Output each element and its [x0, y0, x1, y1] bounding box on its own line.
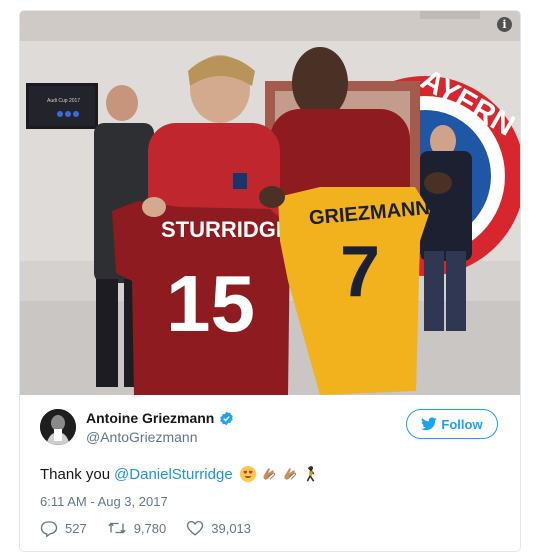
tv-text: Audi Cup 2017	[47, 98, 80, 104]
photo-illustration: Audi Cup 2017 AYERN STURRIDGE 15 GRIEZMA…	[20, 11, 520, 395]
tweet-actions: 527 9,780 39,013	[40, 519, 251, 537]
tweet-text: Thank you @DanielSturridge	[40, 465, 320, 483]
reply-count: 527	[65, 520, 87, 536]
clap-emoji	[263, 468, 275, 480]
verified-badge-icon	[220, 411, 234, 425]
like-action[interactable]: 39,013	[186, 519, 251, 537]
right-shirt-number: 7	[340, 232, 380, 312]
author-name-row: Antoine Griezmann	[86, 410, 234, 426]
like-count: 39,013	[211, 520, 252, 536]
author-handle[interactable]: @AntoGriezmann	[86, 429, 197, 445]
follow-button[interactable]: Follow	[406, 409, 498, 439]
twitter-bird-icon	[421, 417, 438, 431]
left-shirt-number: 15	[166, 259, 255, 348]
retweet-action[interactable]: 9,780	[107, 519, 167, 537]
follow-label: Follow	[441, 416, 483, 432]
retweet-icon	[107, 522, 126, 534]
emoji-group	[239, 465, 320, 483]
tweet-timestamp[interactable]: 6:11 AM - Aug 3, 2017	[40, 494, 168, 509]
dancer-emoji	[306, 466, 315, 482]
tweet-body: Thank you	[40, 465, 111, 483]
heart-eyes-emoji	[239, 465, 256, 483]
tweet-photo[interactable]: Audi Cup 2017 AYERN STURRIDGE 15 GRIEZMA…	[20, 11, 520, 395]
mention-link[interactable]: @DanielSturridge	[114, 466, 233, 483]
reply-icon	[40, 521, 58, 537]
reply-action[interactable]: 527	[40, 519, 87, 537]
author-name[interactable]: Antoine Griezmann	[86, 410, 214, 426]
tweet-author: Antoine Griezmann @AntoGriezmann Follow	[20, 395, 520, 461]
like-icon	[187, 520, 204, 536]
info-icon[interactable]: i	[497, 17, 512, 32]
left-shirt-name: STURRIDGE	[161, 217, 291, 242]
tweet-card: Audi Cup 2017 AYERN STURRIDGE 15 GRIEZMA…	[19, 10, 521, 552]
retweet-count: 9,780	[133, 520, 167, 536]
avatar[interactable]	[40, 409, 76, 445]
clap-emoji	[284, 468, 296, 480]
